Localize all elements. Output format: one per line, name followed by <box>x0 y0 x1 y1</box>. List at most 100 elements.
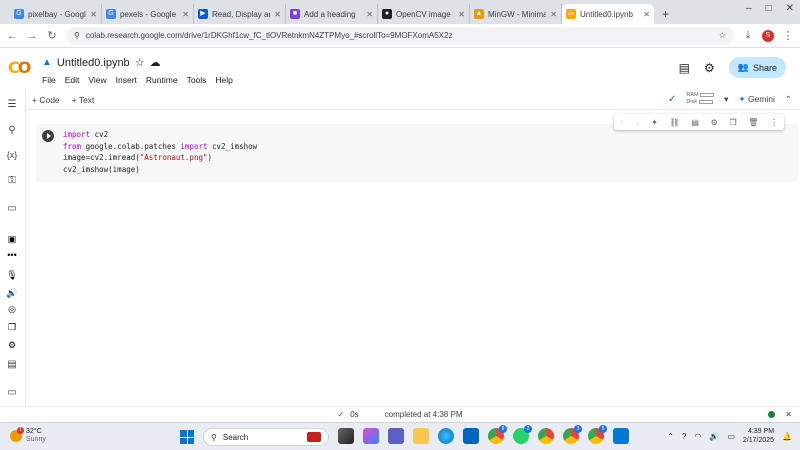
maximize-button[interactable]: □ <box>766 3 772 14</box>
chrome-profile-icon[interactable]: 3 <box>563 425 582 444</box>
mic-icon[interactable]: 🎙 <box>5 268 19 282</box>
variables-icon[interactable]: {x} <box>5 148 19 162</box>
star-icon[interactable]: ☆ <box>135 56 145 69</box>
menu-runtime[interactable]: Runtime <box>146 75 178 85</box>
close-window-button[interactable]: ✕ <box>786 3 794 14</box>
terminal-icon[interactable]: ▭ <box>5 386 19 400</box>
settings-circle-icon[interactable]: ◎ <box>5 302 19 316</box>
browser-tab[interactable]: ■ Add a heading ✕ <box>286 4 378 24</box>
menu-file[interactable]: File <box>42 75 56 85</box>
browser-tab[interactable]: Gpixelbay - Googl ✕ <box>10 4 102 24</box>
link-icon[interactable]: ⛓ <box>670 118 680 127</box>
move-up-icon[interactable]: ↑ <box>620 118 624 127</box>
menu-edit[interactable]: Edit <box>65 75 80 85</box>
gear-icon[interactable]: ⚙ <box>711 118 718 127</box>
runtime-dropdown-icon[interactable]: ▾ <box>724 94 728 105</box>
volume-icon[interactable]: 🔊 <box>5 286 19 300</box>
back-icon[interactable]: ← <box>6 30 18 42</box>
chrome-profile-icon[interactable]: 5 <box>588 425 607 444</box>
profile-avatar[interactable]: S <box>762 29 774 42</box>
copy-icon[interactable]: ❐ <box>5 320 19 334</box>
gemini-cell-icon[interactable]: ✦ <box>651 118 658 127</box>
whatsapp-icon[interactable]: 2 <box>513 425 532 444</box>
gear-icon[interactable]: ⚙ <box>704 61 715 75</box>
vscode-icon[interactable] <box>613 428 629 444</box>
gear-icon[interactable]: ⚙ <box>5 338 19 352</box>
close-icon[interactable]: ✕ <box>366 10 373 19</box>
forward-icon[interactable]: → <box>26 30 38 42</box>
close-icon[interactable]: ✕ <box>90 10 97 19</box>
edge-icon[interactable] <box>438 428 454 444</box>
browser-tab[interactable]: Gpexels - Google ✕ <box>102 4 194 24</box>
add-code-button[interactable]: + Code <box>32 95 60 105</box>
key-icon[interactable]: ⚿ <box>5 174 19 188</box>
browser-tab[interactable]: ▶ Read, Display an ✕ <box>194 4 286 24</box>
menu-help[interactable]: Help <box>215 75 232 85</box>
copilot-icon[interactable] <box>363 428 379 444</box>
volume-icon[interactable]: 🔊 <box>709 432 719 441</box>
file-explorer-icon[interactable] <box>413 428 429 444</box>
menu-view[interactable]: View <box>88 75 106 85</box>
search-icon[interactable]: ⚲ <box>5 124 19 138</box>
chevron-up-icon[interactable]: ⌃ <box>667 432 674 441</box>
more-vert-icon[interactable]: ⋮ <box>770 118 778 127</box>
close-icon[interactable]: ✕ <box>643 10 650 19</box>
close-icon[interactable]: ✕ <box>785 410 792 419</box>
mingw-icon: ▲ <box>474 9 484 19</box>
code-editor[interactable]: import cv2 from google.colab.patches imp… <box>63 129 257 175</box>
trash-icon[interactable]: 🗑 <box>748 118 758 127</box>
task-view-icon[interactable] <box>338 428 354 444</box>
help-icon[interactable]: ? <box>682 432 686 441</box>
camera-icon[interactable]: ▣ <box>5 232 19 246</box>
clock[interactable]: 4:39 PM 2/17/2025 <box>743 427 774 445</box>
download-icon[interactable]: ⤓ <box>742 29 754 42</box>
close-icon[interactable]: ✕ <box>182 10 189 19</box>
colab-logo[interactable]: CO <box>8 58 31 77</box>
minimize-button[interactable]: – <box>746 3 752 14</box>
chrome-profile-icon[interactable] <box>538 428 554 444</box>
browser-tab[interactable]: ● OpenCV image ✕ <box>378 4 470 24</box>
menu-insert[interactable]: Insert <box>116 75 137 85</box>
code-text: cv2_imshow <box>207 141 258 151</box>
chrome-icon[interactable]: 9 <box>488 425 507 444</box>
close-icon[interactable]: ✕ <box>550 10 557 19</box>
taskbar-search-input[interactable]: ⚲ Search <box>203 428 329 446</box>
site-info-icon[interactable]: ⚲ <box>74 31 80 40</box>
comment-icon[interactable]: ▤ <box>691 118 699 127</box>
gemini-icon: ✦ <box>738 93 746 104</box>
mirror-cell-icon[interactable]: ❐ <box>729 118 736 127</box>
browser-tab-active[interactable]: co Untitled0.ipynb ✕ <box>562 4 654 24</box>
close-icon[interactable]: ✕ <box>274 10 281 19</box>
teams-icon[interactable] <box>388 428 404 444</box>
folder-icon[interactable]: ▭ <box>5 202 19 216</box>
move-down-icon[interactable]: ↓ <box>636 118 640 127</box>
notebook-title[interactable]: Untitled0.ipynb <box>57 57 130 69</box>
windows-start-icon[interactable] <box>180 430 194 444</box>
new-tab-button[interactable]: + <box>654 7 677 24</box>
dots-icon[interactable]: ••• <box>5 248 19 262</box>
weather-widget[interactable]: 1 32°C Sunny <box>10 427 46 444</box>
more-menu-icon[interactable]: ⋮ <box>782 29 794 42</box>
code-cell[interactable]: import cv2 from google.colab.patches imp… <box>36 124 798 182</box>
comment-icon[interactable]: ▤ <box>679 61 690 75</box>
wifi-icon[interactable]: ◠ <box>694 432 701 441</box>
share-button[interactable]: 👥 Share <box>728 57 786 78</box>
battery-icon[interactable]: ▭ <box>727 432 735 441</box>
gemini-button[interactable]: ✦ Gemini <box>738 94 774 105</box>
collapse-icon[interactable]: ⌃ <box>785 94 792 105</box>
toc-icon[interactable]: ☰ <box>5 98 19 112</box>
menu-tools[interactable]: Tools <box>187 75 207 85</box>
command-palette-icon[interactable]: ▤ <box>5 358 19 372</box>
execution-status[interactable]: completed at 4:38 PM <box>385 410 463 419</box>
url-input[interactable]: ⚲ colab.research.google.com/drive/1rDKGh… <box>66 26 734 45</box>
notification-bell-icon[interactable]: 🔔 <box>782 432 792 441</box>
run-cell-button[interactable] <box>42 130 54 142</box>
ram-disk-indicator[interactable]: RAM Disk <box>686 92 715 106</box>
close-icon[interactable]: ✕ <box>458 10 465 19</box>
browser-tab[interactable]: ▲ MinGW - Minima ✕ <box>470 4 562 24</box>
add-text-button[interactable]: + Text <box>72 95 95 105</box>
reload-icon[interactable]: ↻ <box>46 29 58 42</box>
store-icon[interactable] <box>463 428 479 444</box>
cloud-icon[interactable]: ☁ <box>150 56 161 69</box>
bookmark-star-icon[interactable]: ☆ <box>719 31 726 40</box>
